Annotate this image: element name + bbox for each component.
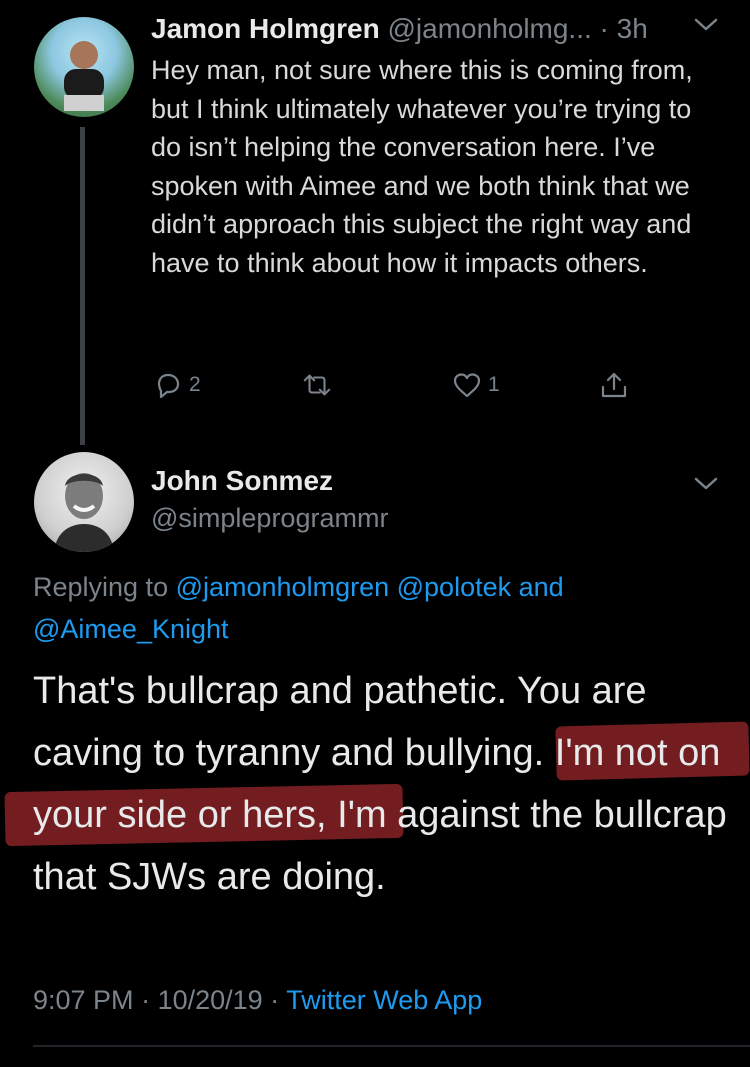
reply-tweet-text: Hey man, not sure where this is coming f… <box>151 55 693 278</box>
like-icon <box>453 373 481 398</box>
like-count: 1 <box>488 373 500 396</box>
tweet-meta: 9:07 PM · 10/20/19 · Twitter Web App <box>33 980 482 1020</box>
mention-link[interactable]: @jamonholmgren <box>176 572 390 602</box>
author-name[interactable]: John Sonmez <box>151 463 333 499</box>
tweet-source[interactable]: Twitter Web App <box>286 985 482 1015</box>
mention-link[interactable]: @polotek <box>397 572 511 602</box>
tweet-date[interactable]: 10/20/19 <box>158 985 263 1015</box>
avatar[interactable] <box>34 17 134 117</box>
tweet-thread: Jamon Holmgren @jamonholmg... · 3h Hey m… <box>0 0 750 1067</box>
reply-count: 2 <box>189 373 201 396</box>
like-button[interactable]: 1 <box>452 370 500 400</box>
divider <box>33 1045 750 1047</box>
chevron-down-icon[interactable] <box>693 15 719 41</box>
retweet-button[interactable] <box>302 370 338 400</box>
avatar-photo <box>64 41 104 111</box>
share-button[interactable] <box>599 370 629 400</box>
separator-dot: · <box>133 985 158 1015</box>
author-handle[interactable]: @jamonholmg... <box>387 13 591 44</box>
reply-icon <box>157 373 180 399</box>
tweet-time[interactable]: 9:07 PM <box>33 985 134 1015</box>
main-tweet-text: That's bullcrap and pathetic. You are ca… <box>33 670 727 898</box>
replying-to: Replying to @jamonholmgren @polotek and … <box>33 566 733 650</box>
share-icon <box>601 372 627 398</box>
reply-tweet-header: Jamon Holmgren @jamonholmg... · 3h <box>151 11 731 47</box>
replying-prefix: Replying to <box>33 572 176 602</box>
mention-link[interactable]: @Aimee_Knight <box>33 614 229 644</box>
avatar-photo <box>54 473 114 552</box>
separator-dot: · <box>591 13 617 44</box>
tweet-actions: 2 1 <box>0 370 750 410</box>
author-name[interactable]: Jamon Holmgren <box>151 13 380 44</box>
timestamp[interactable]: 3h <box>617 13 648 44</box>
chevron-down-icon[interactable] <box>693 474 719 500</box>
separator-dot: · <box>262 985 287 1015</box>
reply-button[interactable]: 2 <box>153 370 201 400</box>
author-handle[interactable]: @simpleprogrammr <box>151 500 388 536</box>
retweet-icon <box>303 374 331 396</box>
avatar[interactable] <box>34 452 134 552</box>
replying-and[interactable]: and <box>511 572 564 602</box>
